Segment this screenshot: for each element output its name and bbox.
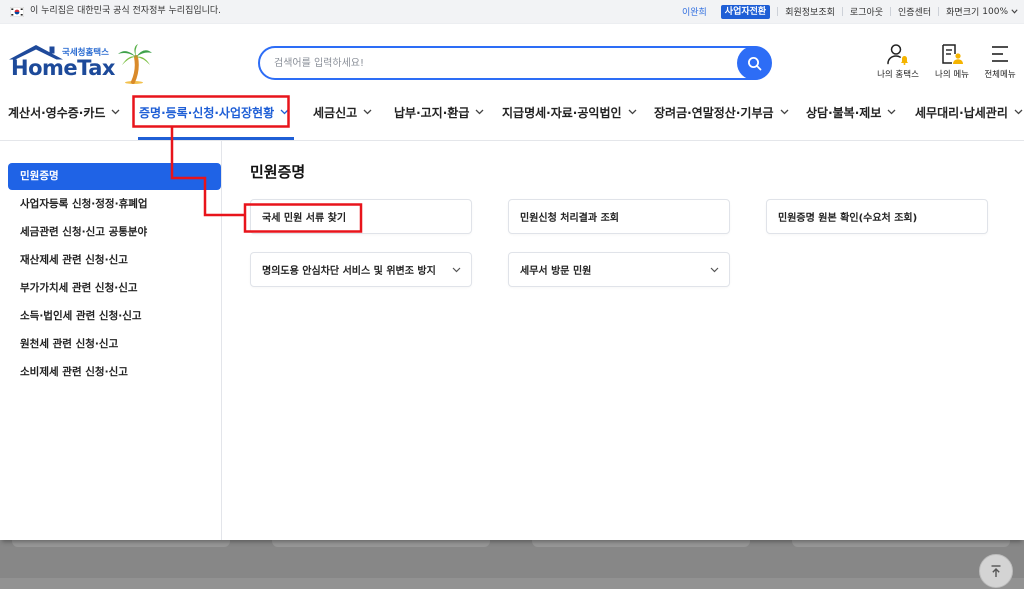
card-identity-theft-prevention[interactable]: 명의도용 안심차단 서비스 및 위변조 방지 [250,252,472,287]
chevron-down-icon [363,109,372,115]
zoom-label: 화면크기 [946,8,980,18]
nav-item-label: 세금신고 [313,105,358,120]
chevron-down-icon [452,267,461,272]
search-icon [747,56,761,70]
my-hometax-button[interactable]: 나의 홈택스 [875,43,921,83]
separator [841,7,843,16]
card-label: 민원증명 원본 확인(수요처 조회) [778,213,918,224]
document-user-icon [942,44,963,64]
my-menu-button[interactable]: 나의 메뉴 [929,43,975,83]
dimmed-background-card [12,540,230,547]
zoom-control[interactable]: 화면크기 100% [946,5,1018,18]
nav-item-label: 장려금·연말정산·기부금 [654,105,774,120]
chevron-down-icon [710,267,719,272]
logout-link[interactable]: 로그아웃 [850,5,883,18]
nav-item-label: 증명·등록·신청·사업장현황 [139,105,275,120]
sidebar-item-property-tax[interactable]: 재산제세 관련 신청·신고 [0,246,221,274]
sidebar-item-excise-tax[interactable]: 소비제세 관련 신청·신고 [0,358,221,386]
chevron-down-icon [628,109,636,115]
card-label: 세무서 방문 민원 [520,266,592,277]
member-info-link[interactable]: 회원정보조회 [785,5,835,18]
quick-menu-label: 나의 메뉴 [935,70,969,80]
chevron-down-icon [111,109,120,115]
arrow-up-icon [991,565,1001,577]
utility-links: 이완희 사업자전환 회원정보조회 로그아웃 인증센터 화면크기 100% [682,0,1018,23]
chevron-down-icon [1014,109,1023,115]
nav-item-label: 계산서·영수증·카드 [8,105,106,120]
dimmed-background-card [532,540,750,547]
main-navigation: 계산서·영수증·카드 증명·등록·신청·사업장현황 세금신고 납부·고지·환급 … [0,95,1024,141]
sidebar-item-vat[interactable]: 부가가치세 관련 신청·신고 [0,274,221,302]
nav-item-invoice-receipt-card[interactable]: 계산서·영수증·카드 [8,101,120,123]
sidebar-item-income-corporate-tax[interactable]: 소득·법인세 관련 신청·신고 [0,302,221,330]
card-label: 국세 민원 서류 찾기 [262,213,347,224]
chevron-down-icon [280,109,289,115]
separator [777,7,779,16]
dimmed-background-card [792,540,1010,547]
chevron-down-icon [1011,9,1018,14]
nav-item-label: 지급명세·자료·공익법인 [502,105,622,120]
sidebar-item-common-application[interactable]: 세금관련 신청·신고 공통분야 [0,218,221,246]
nav-item-tax-agent-management[interactable]: 세무대리·납세관리 [915,101,1023,123]
nav-item-label: 납부·고지·환급 [394,105,470,120]
card-label: 명의도용 안심차단 서비스 및 위변조 방지 [262,266,436,277]
dimmed-background-card [272,540,490,547]
separator [890,7,892,16]
nav-item-tax-filing[interactable]: 세금신고 [313,101,372,123]
quick-menu-label: 나의 홈택스 [877,70,919,80]
user-name-link[interactable]: 이완희 [682,5,707,18]
separator [938,7,940,16]
mega-menu-panel: 민원증명 사업자등록 신청·정정·휴폐업 세금관련 신청·신고 공통분야 재산제… [0,141,1024,540]
active-nav-underline [138,137,294,140]
card-tax-office-visit[interactable]: 세무서 방문 민원 [508,252,730,287]
logo-title[interactable]: HomeTax [11,55,115,81]
dimmed-background-band [0,578,1024,589]
top-utility-bar: 이 누리집은 대한민국 공식 전자정부 누리집입니다. 이완희 사업자전환 회원… [0,0,1024,24]
sidebar-item-business-registration[interactable]: 사업자등록 신청·정정·휴폐업 [0,190,221,218]
submenu-sidebar: 민원증명 사업자등록 신청·정정·휴폐업 세금관련 신청·신고 공통분야 재산제… [0,141,222,540]
card-find-tax-documents[interactable]: 국세 민원 서류 찾기 [250,199,472,234]
hamburger-menu-icon [992,46,1008,62]
nav-item-consultation-appeal-report[interactable]: 상담·불복·제보 [806,101,896,123]
zoom-value: 100% [982,6,1008,17]
section-title: 민원증명 [250,163,306,181]
nav-item-certificate-registration[interactable]: 증명·등록·신청·사업장현황 [139,101,289,123]
nav-item-label: 상담·불복·제보 [806,105,882,120]
nav-item-payment-notice-refund[interactable]: 납부·고지·환급 [394,101,484,123]
search-input[interactable] [274,48,730,78]
chevron-down-icon [887,109,896,115]
official-site-notice: 이 누리집은 대한민국 공식 전자정부 누리집입니다. [30,6,222,16]
scroll-top-button[interactable] [979,554,1013,588]
sidebar-item-civil-certificate[interactable]: 민원증명 [8,163,221,190]
switch-to-business-button[interactable]: 사업자전환 [720,4,771,19]
palm-tree-icon [118,44,152,84]
nav-item-label: 세무대리·납세관리 [915,105,1008,120]
chevron-down-icon [475,109,484,115]
sidebar-item-withholding-tax[interactable]: 원천세 관련 신청·신고 [0,330,221,358]
search-button[interactable] [737,46,771,80]
card-application-result-inquiry[interactable]: 민원신청 처리결과 조회 [508,199,730,234]
card-certificate-original-check[interactable]: 민원증명 원본 확인(수요처 조회) [766,199,988,234]
dimmed-page-overlay[interactable] [0,540,1024,589]
chevron-down-icon [780,109,788,115]
card-label: 민원신청 처리결과 조회 [520,213,619,224]
cert-center-link[interactable]: 인증센터 [898,5,931,18]
quick-menu-label: 전체메뉴 [984,70,1016,80]
korea-flag-icon [10,7,24,17]
search-box [258,46,772,80]
nav-item-payment-statement-data[interactable]: 지급명세·자료·공익법인 [502,101,637,123]
all-menu-button[interactable]: 전체메뉴 [977,43,1023,83]
user-bell-icon [887,44,908,65]
nav-item-incentive-year-end-donation[interactable]: 장려금·연말정산·기부금 [654,101,789,123]
